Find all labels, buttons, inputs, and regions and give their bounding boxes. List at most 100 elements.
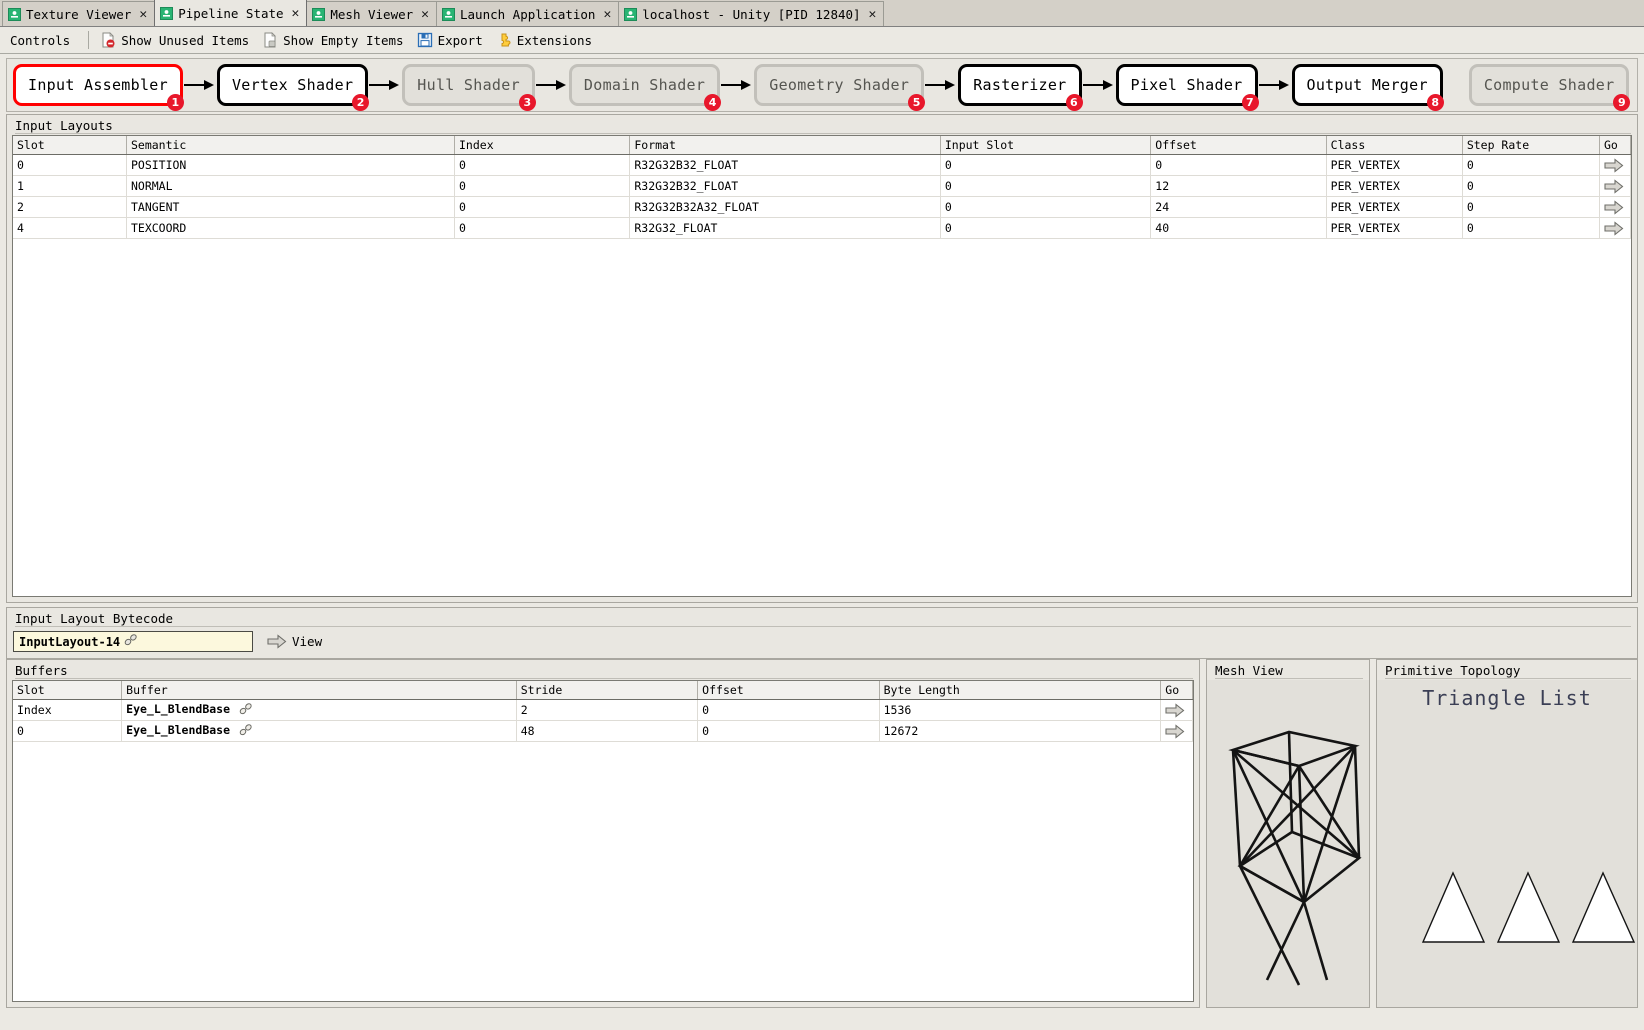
stage-input-assembler[interactable]: Input Assembler 1	[13, 64, 184, 111]
resource-link-icon	[124, 634, 138, 649]
col-input-slot[interactable]: Input Slot	[940, 136, 1152, 155]
close-icon[interactable]: ✕	[292, 7, 300, 20]
main-tab-bar: Texture Viewer ✕ Pipeline State ✕ Mesh V…	[0, 0, 1644, 27]
stage-pixel-shader[interactable]: Pixel Shader 7	[1115, 64, 1259, 111]
show-unused-items-icon	[100, 32, 116, 48]
cell-go[interactable]	[1160, 699, 1193, 721]
col-offset[interactable]: Offset	[697, 681, 880, 700]
cell-index: 0	[454, 175, 631, 197]
stage-hull-shader[interactable]: Hull Shader 3	[402, 64, 536, 111]
cell-stride: 48	[516, 720, 699, 742]
cell-semantic: TANGENT	[126, 196, 456, 218]
tab-pipeline-state[interactable]: Pipeline State ✕	[154, 0, 308, 26]
buffers-title: Buffers	[7, 660, 1199, 680]
table-row[interactable]: 4 TEXCOORD 0 R32G32_FLOAT 0 40 PER_VERTE…	[13, 217, 1631, 239]
table-row[interactable]: 2 TANGENT 0 R32G32B32A32_FLOAT 0 24 PER_…	[13, 196, 1631, 218]
view-bytecode-button[interactable]: View	[263, 632, 326, 651]
col-buffer[interactable]: Buffer	[121, 681, 517, 700]
primitive-topology-canvas: Triangle List	[1377, 680, 1637, 1007]
table-row[interactable]: 0 POSITION 0 R32G32B32_FLOAT 0 0 PER_VER…	[13, 154, 1631, 176]
stage-badge: 3	[518, 94, 536, 111]
tab-localhost-unity[interactable]: localhost - Unity [PID 12840] ✕	[618, 1, 885, 26]
cell-slot: 0	[13, 154, 127, 176]
cell-input-slot: 0	[940, 175, 1152, 197]
col-offset[interactable]: Offset	[1150, 136, 1327, 155]
cell-step-rate: 0	[1462, 196, 1601, 218]
resource-link-icon[interactable]	[239, 724, 253, 739]
col-byte-length[interactable]: Byte Length	[879, 681, 1162, 700]
primitive-topology-title: Primitive Topology	[1377, 660, 1637, 680]
col-go[interactable]: Go	[1160, 681, 1193, 700]
mesh-view-canvas[interactable]	[1207, 680, 1369, 1007]
show-unused-items-button[interactable]: Show Unused Items	[97, 30, 259, 50]
cell-go[interactable]	[1599, 217, 1631, 239]
stage-label: Input Assembler	[28, 76, 168, 94]
renderdoc-tab-icon	[442, 7, 455, 21]
cell-byte-length: 1536	[879, 699, 1162, 721]
cell-offset: 40	[1150, 217, 1327, 239]
cell-step-rate: 0	[1462, 154, 1601, 176]
close-icon[interactable]: ✕	[603, 8, 611, 21]
table-row[interactable]: Index Eye_L_BlendBase 2 0 1536	[13, 699, 1193, 721]
table-row[interactable]: 1 NORMAL 0 R32G32B32_FLOAT 0 12 PER_VERT…	[13, 175, 1631, 197]
go-arrow-icon	[267, 634, 287, 649]
renderdoc-tab-icon	[160, 6, 174, 20]
col-format[interactable]: Format	[629, 136, 941, 155]
cell-go[interactable]	[1160, 720, 1193, 742]
stage-output-merger[interactable]: Output Merger 8	[1291, 64, 1444, 111]
tab-launch-application[interactable]: Launch Application ✕	[436, 1, 620, 26]
cell-format: R32G32_FLOAT	[629, 217, 941, 239]
cell-go[interactable]	[1599, 154, 1631, 176]
export-button[interactable]: Export	[414, 30, 493, 50]
bottom-panels: Buffers Slot Buffer Stride Offset Byte L…	[0, 659, 1644, 1014]
renderdoc-tab-icon	[312, 7, 326, 21]
stage-label: Geometry Shader	[769, 76, 910, 94]
cell-go[interactable]	[1599, 196, 1631, 218]
go-arrow-icon	[1604, 220, 1624, 236]
stage-input-assembler-wrap: Input Assembler 1	[13, 64, 184, 111]
tab-texture-viewer[interactable]: Texture Viewer ✕	[2, 1, 156, 26]
cell-class: PER_VERTEX	[1326, 196, 1463, 218]
col-slot[interactable]: Slot	[13, 136, 127, 155]
cell-semantic: NORMAL	[126, 175, 456, 197]
resource-link-icon[interactable]	[239, 703, 253, 718]
close-icon[interactable]: ✕	[421, 8, 429, 21]
view-label: View	[292, 634, 323, 649]
cell-format: R32G32B32_FLOAT	[629, 175, 941, 197]
cell-slot: 1	[13, 175, 127, 197]
close-icon[interactable]: ✕	[139, 8, 147, 21]
mesh-view-group: Mesh View	[1206, 659, 1370, 1008]
col-class[interactable]: Class	[1326, 136, 1463, 155]
input-layout-bytecode-group: Input Layout Bytecode InputLayout-14 Vie…	[6, 607, 1638, 659]
extensions-button[interactable]: Extensions	[493, 30, 602, 50]
stage-label: Compute Shader	[1483, 76, 1615, 94]
go-arrow-icon	[1165, 702, 1185, 718]
cell-slot: 2	[13, 196, 127, 218]
table-row[interactable]: 0 Eye_L_BlendBase 48 0 12672	[13, 720, 1193, 742]
col-index[interactable]: Index	[454, 136, 631, 155]
wireframe-cube-icon	[1228, 730, 1362, 986]
col-go[interactable]: Go	[1599, 136, 1631, 155]
col-slot[interactable]: Slot	[13, 681, 123, 700]
close-icon[interactable]: ✕	[869, 8, 877, 21]
flow-arrow-icon	[720, 75, 754, 95]
col-step-rate[interactable]: Step Rate	[1462, 136, 1601, 155]
cell-offset: 0	[1150, 154, 1327, 176]
stage-geometry-shader[interactable]: Geometry Shader 5	[754, 64, 926, 111]
stage-vertex-shader[interactable]: Vertex Shader 2	[216, 64, 370, 111]
tab-label: localhost - Unity [PID 12840]	[642, 6, 861, 22]
show-empty-items-button[interactable]: Show Empty Items	[259, 30, 413, 50]
col-stride[interactable]: Stride	[516, 681, 699, 700]
stage-label: Output Merger	[1306, 76, 1428, 94]
cell-go[interactable]	[1599, 175, 1631, 197]
cell-buffer: Eye_L_BlendBase	[121, 699, 517, 721]
tab-label: Texture Viewer	[26, 6, 132, 22]
col-semantic[interactable]: Semantic	[126, 136, 456, 155]
controls-label: Controls	[10, 32, 71, 48]
tab-mesh-viewer[interactable]: Mesh Viewer ✕	[306, 1, 437, 26]
stage-rasterizer[interactable]: Rasterizer 6	[958, 64, 1083, 111]
cell-slot: 0	[13, 720, 123, 742]
stage-domain-shader[interactable]: Domain Shader 4	[568, 64, 722, 111]
stage-compute-shader[interactable]: Compute Shader 9	[1468, 64, 1631, 111]
input-layout-name-field[interactable]: InputLayout-14	[13, 631, 253, 652]
